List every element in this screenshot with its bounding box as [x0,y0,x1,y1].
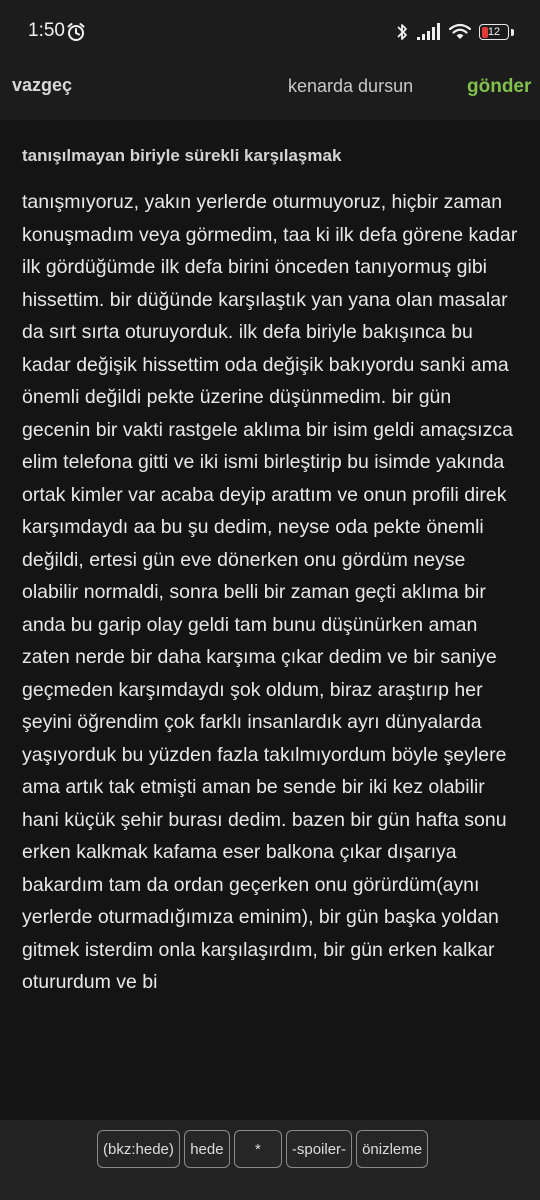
bluetooth-icon [397,24,407,40]
format-buttons: (bkz:hede) hede * -spoiler- önizleme [97,1130,429,1168]
alarm-clock-icon [67,23,85,41]
entry-text-area[interactable]: tanışmıyoruz, yakın yerlerde oturmuyoruz… [22,186,522,1098]
entry-editor: tanışılmayan biriyle sürekli karşılaşmak… [0,120,540,1120]
entry-title: tanışılmayan biriyle sürekli karşılaşmak [22,146,342,165]
asterisk-button[interactable]: * [233,1130,282,1168]
format-bar: (bkz:hede) hede * -spoiler- önizleme [0,1120,540,1200]
preview-button[interactable]: önizleme [356,1130,429,1168]
send-button[interactable]: gönder [467,76,531,98]
wifi-icon [449,23,471,39]
editor-toolbar: vazgeç kenarda dursun gönder [0,64,540,120]
spoiler-button[interactable]: -spoiler- [285,1130,353,1168]
status-time: 1:50 [28,20,65,41]
status-bar: 1:50 12 [0,0,540,64]
battery-cap [511,28,514,36]
battery-fill [481,26,488,38]
cancel-button[interactable]: vazgeç [12,75,72,96]
signal-icon [417,23,440,40]
bkz-button[interactable]: (bkz:hede) [97,1130,180,1168]
save-draft-button[interactable]: kenarda dursun [288,76,413,97]
battery-icon: 12 [479,24,509,40]
battery-level: 12 [487,25,501,38]
hede-button[interactable]: hede [183,1130,230,1168]
status-icons: 12 [395,20,514,44]
